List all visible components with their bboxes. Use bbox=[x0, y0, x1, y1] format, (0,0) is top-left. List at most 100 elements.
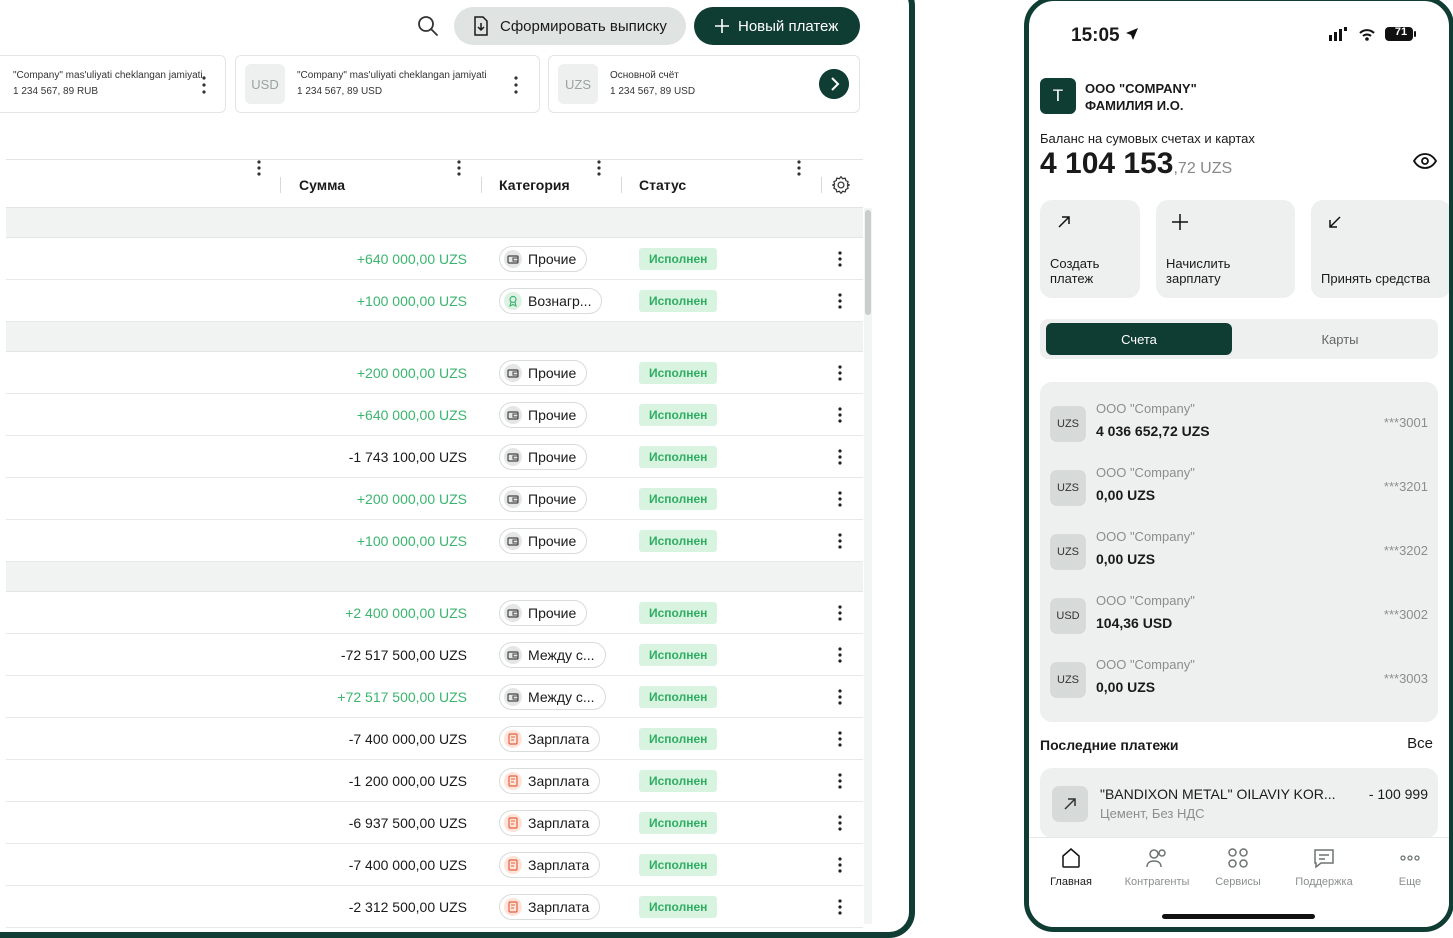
column-divider[interactable] bbox=[821, 177, 822, 193]
table-row[interactable]: +640 000,00 UZS Прочие Исполнен bbox=[6, 394, 863, 436]
row-menu-icon[interactable] bbox=[838, 647, 842, 663]
table-row[interactable]: +2 400 000,00 UZS Прочие Исполнен bbox=[6, 592, 863, 634]
currency-badge: UZS bbox=[1050, 662, 1086, 698]
generate-statement-button[interactable]: Сформировать выписку bbox=[454, 7, 686, 45]
category-chip[interactable]: Прочие bbox=[499, 246, 588, 272]
table-row[interactable]: +200 000,00 UZS Прочие Исполнен bbox=[6, 352, 863, 394]
account-card[interactable]: UZS Основной счёт 1 234 567, 89 USD bbox=[548, 55, 860, 113]
search-icon[interactable] bbox=[416, 14, 440, 38]
category-chip[interactable]: Прочие bbox=[499, 486, 588, 512]
category-chip[interactable]: Прочие bbox=[499, 402, 588, 428]
table-row[interactable]: -72 517 500,00 UZS Между с... Исполнен bbox=[6, 634, 863, 676]
table-row[interactable]: +100 000,00 UZS Вознагр... Исполнен bbox=[6, 280, 863, 322]
new-payment-button[interactable]: Новый платеж bbox=[694, 7, 860, 45]
row-menu-icon[interactable] bbox=[838, 899, 842, 915]
category-chip[interactable]: Зарплата bbox=[499, 894, 601, 920]
account-card[interactable]: "Company" mas'uliyati cheklangan jamiyat… bbox=[0, 55, 226, 113]
table-row[interactable]: +200 000,00 UZS Прочие Исполнен bbox=[6, 478, 863, 520]
table-row[interactable]: +100 000,00 UZS Прочие Исполнен bbox=[6, 520, 863, 562]
generate-statement-label: Сформировать выписку bbox=[500, 17, 667, 35]
org-name[interactable]: ООО "COMPANY" ФАМИЛИЯ И.О. bbox=[1085, 80, 1285, 114]
status-badge: Исполнен bbox=[639, 248, 718, 270]
table-row[interactable]: +72 517 500,00 UZS Между с... Исполнен bbox=[6, 676, 863, 718]
tab-cards[interactable]: Карты bbox=[1250, 323, 1430, 355]
row-menu-icon[interactable] bbox=[838, 251, 842, 267]
org-avatar[interactable]: T bbox=[1040, 78, 1076, 114]
category-chip[interactable]: Зарплата bbox=[499, 768, 601, 794]
table-row[interactable]: -1 743 100,00 UZS Прочие Исполнен bbox=[6, 436, 863, 478]
row-menu-icon[interactable] bbox=[838, 857, 842, 873]
column-divider[interactable] bbox=[280, 177, 281, 193]
account-card-name: Основной счёт bbox=[610, 70, 679, 81]
row-menu-icon[interactable] bbox=[838, 731, 842, 747]
row-menu-icon[interactable] bbox=[838, 293, 842, 309]
row-menu-icon[interactable] bbox=[838, 449, 842, 465]
list-item[interactable]: USD ООО "Company" 104,36 USD ***3002 bbox=[1040, 585, 1438, 641]
column-menu-icon[interactable] bbox=[797, 160, 801, 176]
category-chip[interactable]: Зарплата bbox=[499, 726, 601, 752]
list-item[interactable]: UZS ООО "Company" 0,00 UZS ***3201 bbox=[1040, 457, 1438, 513]
category-label: Прочие bbox=[528, 533, 577, 549]
category-chip[interactable]: Прочие bbox=[499, 444, 588, 470]
table-row[interactable]: -7 400 000,00 UZS Зарплата Исполнен bbox=[6, 844, 863, 886]
table-row[interactable]: -1 200 000,00 UZS Зарплата Исполнен bbox=[6, 760, 863, 802]
category-chip[interactable]: Зарплата bbox=[499, 852, 601, 878]
receive-funds-action[interactable]: Принять средства bbox=[1311, 200, 1449, 298]
table-row[interactable]: -7 400 000,00 UZS Зарплата Исполнен bbox=[6, 718, 863, 760]
category-chip[interactable]: Прочие bbox=[499, 360, 588, 386]
row-menu-icon[interactable] bbox=[838, 815, 842, 831]
tab-services[interactable]: Сервисы bbox=[1198, 846, 1278, 888]
home-indicator[interactable] bbox=[1162, 914, 1315, 919]
column-header-status[interactable]: Статус bbox=[639, 177, 686, 193]
list-item[interactable]: UZS ООО "Company" 4 036 652,72 UZS ***30… bbox=[1040, 393, 1438, 449]
column-divider[interactable] bbox=[481, 177, 482, 193]
gear-icon[interactable] bbox=[831, 175, 851, 195]
accrue-salary-action[interactable]: Начислить зарплату bbox=[1156, 200, 1295, 298]
column-menu-icon[interactable] bbox=[457, 160, 461, 176]
scrollbar-thumb[interactable] bbox=[865, 210, 871, 315]
row-menu-icon[interactable] bbox=[838, 689, 842, 705]
list-item[interactable]: UZS ООО "Company" 0,00 UZS ***3202 bbox=[1040, 521, 1438, 577]
payments-table: +640 000,00 UZS Прочие Исполнен +100 000… bbox=[6, 208, 863, 928]
column-header-category[interactable]: Категория bbox=[499, 177, 570, 193]
table-row[interactable]: -6 937 500,00 UZS Зарплата Исполнен bbox=[6, 802, 863, 844]
chevron-right-icon[interactable] bbox=[819, 69, 849, 99]
balance-fraction: ,72 UZS bbox=[1173, 160, 1233, 177]
date-group-header bbox=[6, 562, 863, 592]
row-menu-icon[interactable] bbox=[838, 605, 842, 621]
row-amount: +640 000,00 UZS bbox=[356, 251, 467, 267]
recent-payments-all-link[interactable]: Все bbox=[1407, 735, 1433, 752]
row-menu-icon[interactable] bbox=[838, 407, 842, 423]
list-item[interactable]: UZS ООО "Company" 0,00 UZS ***3003 bbox=[1040, 649, 1438, 705]
table-scrollbar[interactable] bbox=[864, 208, 872, 924]
column-menu-icon[interactable] bbox=[597, 160, 601, 176]
category-chip[interactable]: Вознагр... bbox=[499, 288, 603, 314]
table-row[interactable]: +640 000,00 UZS Прочие Исполнен bbox=[6, 238, 863, 280]
category-chip[interactable]: Между с... bbox=[499, 642, 606, 668]
tab-home[interactable]: Главная bbox=[1031, 846, 1111, 888]
more-vertical-icon[interactable] bbox=[202, 76, 206, 94]
tab-accounts[interactable]: Счета bbox=[1046, 323, 1232, 355]
column-menu-icon[interactable] bbox=[257, 160, 261, 176]
create-payment-action[interactable]: Создать платеж bbox=[1040, 200, 1140, 298]
row-menu-icon[interactable] bbox=[838, 365, 842, 381]
column-header-amount[interactable]: Сумма bbox=[299, 177, 345, 193]
row-menu-icon[interactable] bbox=[838, 491, 842, 507]
row-menu-icon[interactable] bbox=[838, 773, 842, 789]
eye-icon[interactable] bbox=[1413, 153, 1437, 169]
more-vertical-icon[interactable] bbox=[514, 76, 518, 94]
recent-payment-item[interactable]: "BANDIXON METAL" OILAVIY KOR... Цемент, … bbox=[1040, 768, 1438, 838]
account-card[interactable]: USD "Company" mas'uliyati cheklangan jam… bbox=[235, 55, 540, 113]
category-chip[interactable]: Зарплата bbox=[499, 810, 601, 836]
row-menu-icon[interactable] bbox=[838, 533, 842, 549]
table-row[interactable]: -2 312 500,00 UZS Зарплата Исполнен bbox=[6, 886, 863, 928]
row-amount: +100 000,00 UZS bbox=[356, 533, 467, 549]
tab-counterparties[interactable]: Контрагенты bbox=[1117, 846, 1197, 888]
tab-more[interactable]: Еще bbox=[1370, 846, 1449, 888]
tab-support[interactable]: Поддержка bbox=[1284, 846, 1364, 888]
category-chip[interactable]: Прочие bbox=[499, 600, 588, 626]
category-chip[interactable]: Между с... bbox=[499, 684, 606, 710]
account-amount: 4 036 652,72 UZS bbox=[1096, 423, 1210, 439]
column-divider[interactable] bbox=[621, 177, 622, 193]
category-chip[interactable]: Прочие bbox=[499, 528, 588, 554]
